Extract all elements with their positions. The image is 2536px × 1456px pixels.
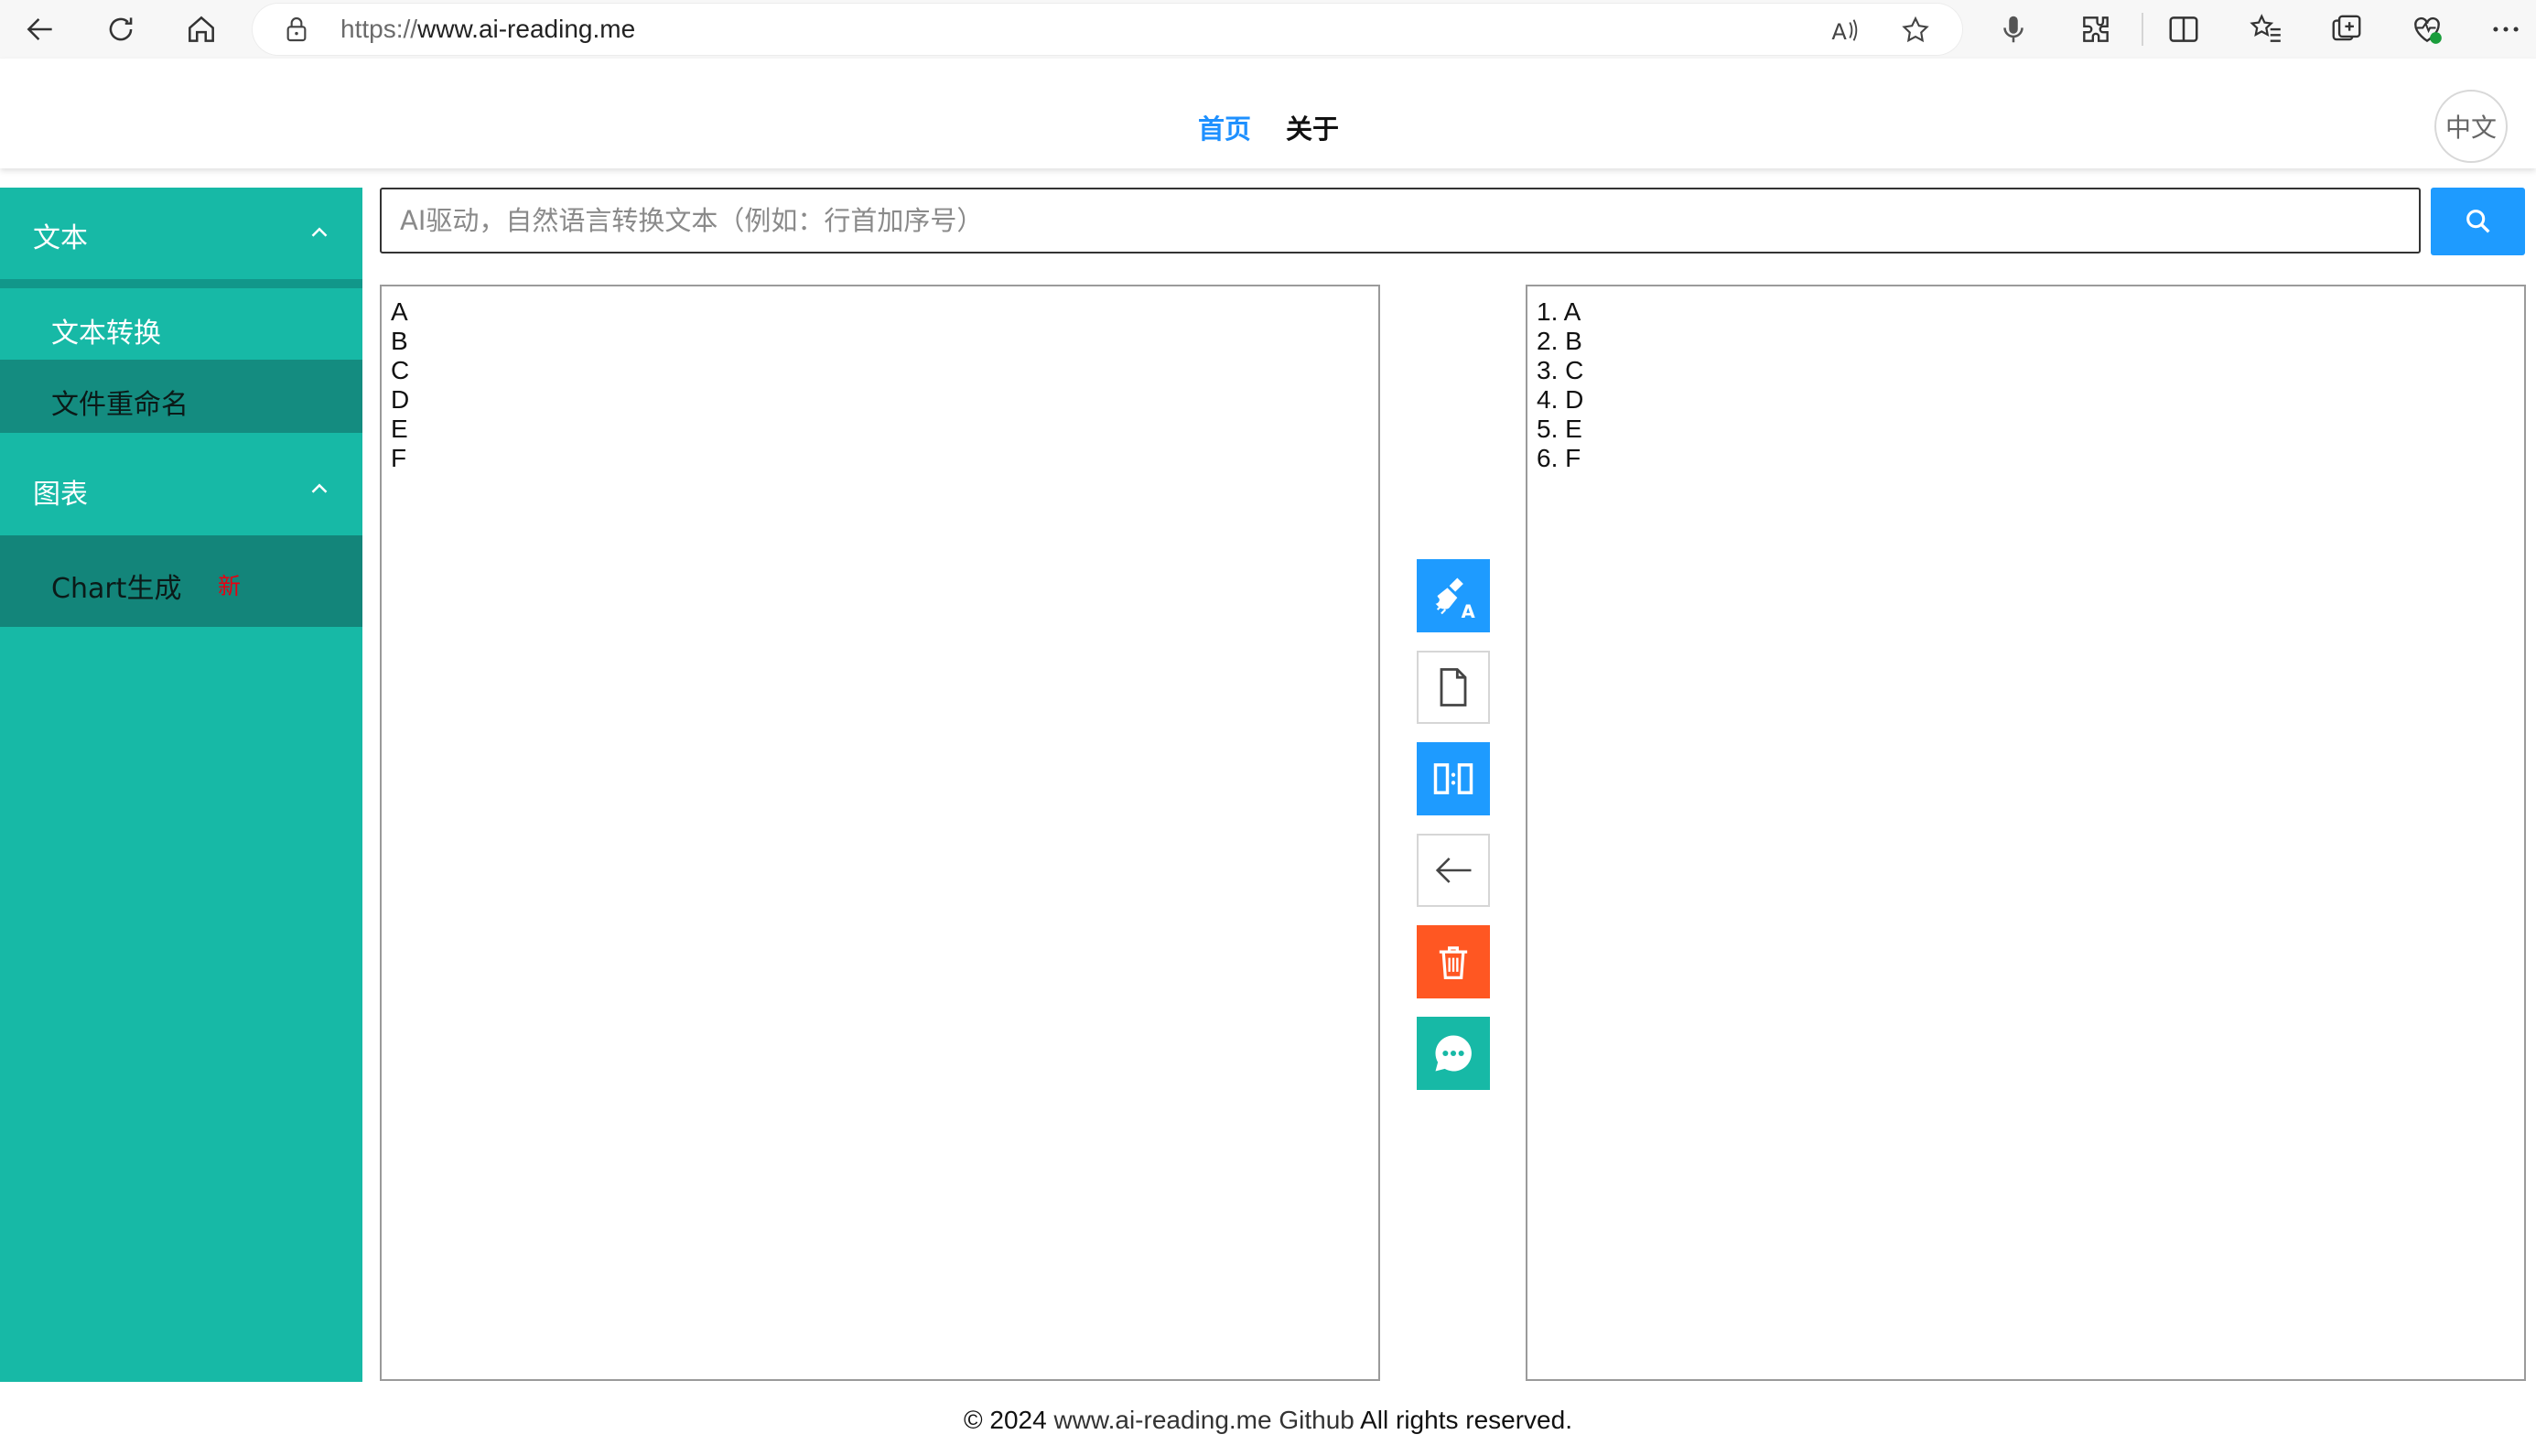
back-icon [27, 18, 52, 40]
new-document-icon [1440, 668, 1467, 706]
chat-button[interactable] [1417, 1017, 1490, 1090]
input-line: E [391, 415, 408, 443]
clean-format-button[interactable]: A [1417, 559, 1490, 632]
site-header: 首页 关于 中文 [0, 59, 2536, 168]
sidebar-item-label: 文本转换 [51, 318, 161, 350]
sidebar-group-label: 文本 [33, 222, 88, 254]
collections-button[interactable] [2321, 4, 2372, 55]
browser-essentials-button[interactable] [2401, 4, 2453, 55]
clear-button[interactable] [1417, 925, 1490, 998]
sidebar-group-text[interactable]: 文本 [0, 188, 362, 279]
home-button[interactable] [176, 4, 227, 55]
split-screen-icon [2169, 16, 2198, 42]
svg-text:A: A [1462, 601, 1475, 620]
nav-home-link[interactable]: 首页 [1198, 108, 1251, 146]
nav-about-link[interactable]: 关于 [1286, 108, 1339, 146]
ai-prompt-box [380, 188, 2421, 253]
sidebar-group-chart[interactable]: 图表 [0, 444, 362, 535]
refresh-button[interactable] [95, 4, 146, 55]
more-icon [2493, 27, 2519, 32]
read-aloud-icon[interactable]: A [1830, 15, 1862, 46]
input-line: A [391, 297, 408, 326]
arrow-left-icon [1435, 857, 1472, 883]
favorites-button[interactable] [2240, 4, 2292, 55]
lock-icon[interactable] [282, 15, 311, 44]
search-icon [2466, 210, 2490, 233]
home-icon [189, 16, 214, 42]
input-line: C [391, 356, 410, 384]
sidebar-item-chart-generate[interactable]: Chart生成 新 [0, 535, 362, 627]
rights-text: All rights reserved. [1360, 1406, 1572, 1434]
input-line: D [391, 385, 410, 414]
svg-text:A: A [1831, 19, 1847, 45]
new-badge: 新 [218, 573, 242, 599]
extensions-icon [2083, 16, 2109, 42]
collections-icon [2332, 15, 2361, 41]
sidebar-item-label: Chart生成 [51, 573, 182, 605]
browser-toolbar: https://www.ai-reading.me A [0, 0, 2536, 59]
sidebar: 文本 文本转换 文件重命名 图表 Chart生成 新 [0, 188, 362, 1382]
sidebar-item-file-rename[interactable]: 文件重命名 [0, 360, 362, 433]
input-line: B [391, 327, 408, 355]
input-textarea[interactable]: A B C D E F [380, 285, 1380, 1381]
ai-prompt-input[interactable] [382, 189, 2419, 252]
clean-format-icon: A [1435, 577, 1475, 620]
output-line: 2. B [1537, 327, 1582, 355]
toolbar-separator [2142, 13, 2143, 46]
input-line: F [391, 444, 407, 472]
chevron-up-icon [311, 483, 328, 493]
extensions-button[interactable] [2070, 4, 2121, 55]
url-text: https://www.ai-reading.me [340, 15, 636, 43]
output-line: 1. A [1537, 297, 1581, 326]
search-button[interactable] [2431, 188, 2525, 255]
favorites-icon [2250, 14, 2281, 42]
compare-button[interactable] [1417, 742, 1490, 815]
language-switch-button[interactable]: 中文 [2434, 90, 2508, 163]
output-line: 5. E [1537, 415, 1582, 443]
output-line: 3. C [1537, 356, 1584, 384]
footer: © 2024 www.ai-reading.me Github All righ… [0, 1406, 2536, 1435]
menu-divider [0, 279, 362, 288]
refresh-icon [109, 17, 133, 41]
sidebar-item-text-convert[interactable]: 文本转换 [0, 288, 362, 360]
sidebar-item-label: 文件重命名 [51, 389, 189, 421]
trash-icon [1439, 946, 1468, 979]
split-screen-button[interactable] [2158, 4, 2209, 55]
output-textarea[interactable]: 1. A 2. B 3. C 4. D 5. E 6. F [1526, 285, 2526, 1381]
favorite-star-icon[interactable] [1900, 15, 1931, 46]
chat-icon [1435, 1035, 1472, 1072]
new-document-button[interactable] [1417, 651, 1490, 724]
output-line: 6. F [1537, 444, 1581, 472]
compare-icon [1433, 763, 1473, 794]
copy-back-button[interactable] [1417, 834, 1490, 907]
address-bar[interactable]: https://www.ai-reading.me A [253, 4, 1962, 55]
health-icon [2414, 16, 2442, 44]
chevron-up-icon [311, 227, 328, 237]
microphone-icon [2003, 16, 2023, 43]
microphone-button[interactable] [1988, 4, 2039, 55]
site-link[interactable]: www.ai-reading.me [1053, 1406, 1271, 1434]
back-button[interactable] [15, 4, 66, 55]
more-button[interactable] [2480, 4, 2531, 55]
copyright-text: © 2024 [964, 1406, 1047, 1434]
github-link[interactable]: Github [1279, 1406, 1354, 1434]
output-line: 4. D [1537, 385, 1584, 414]
sidebar-group-label: 图表 [33, 479, 88, 511]
